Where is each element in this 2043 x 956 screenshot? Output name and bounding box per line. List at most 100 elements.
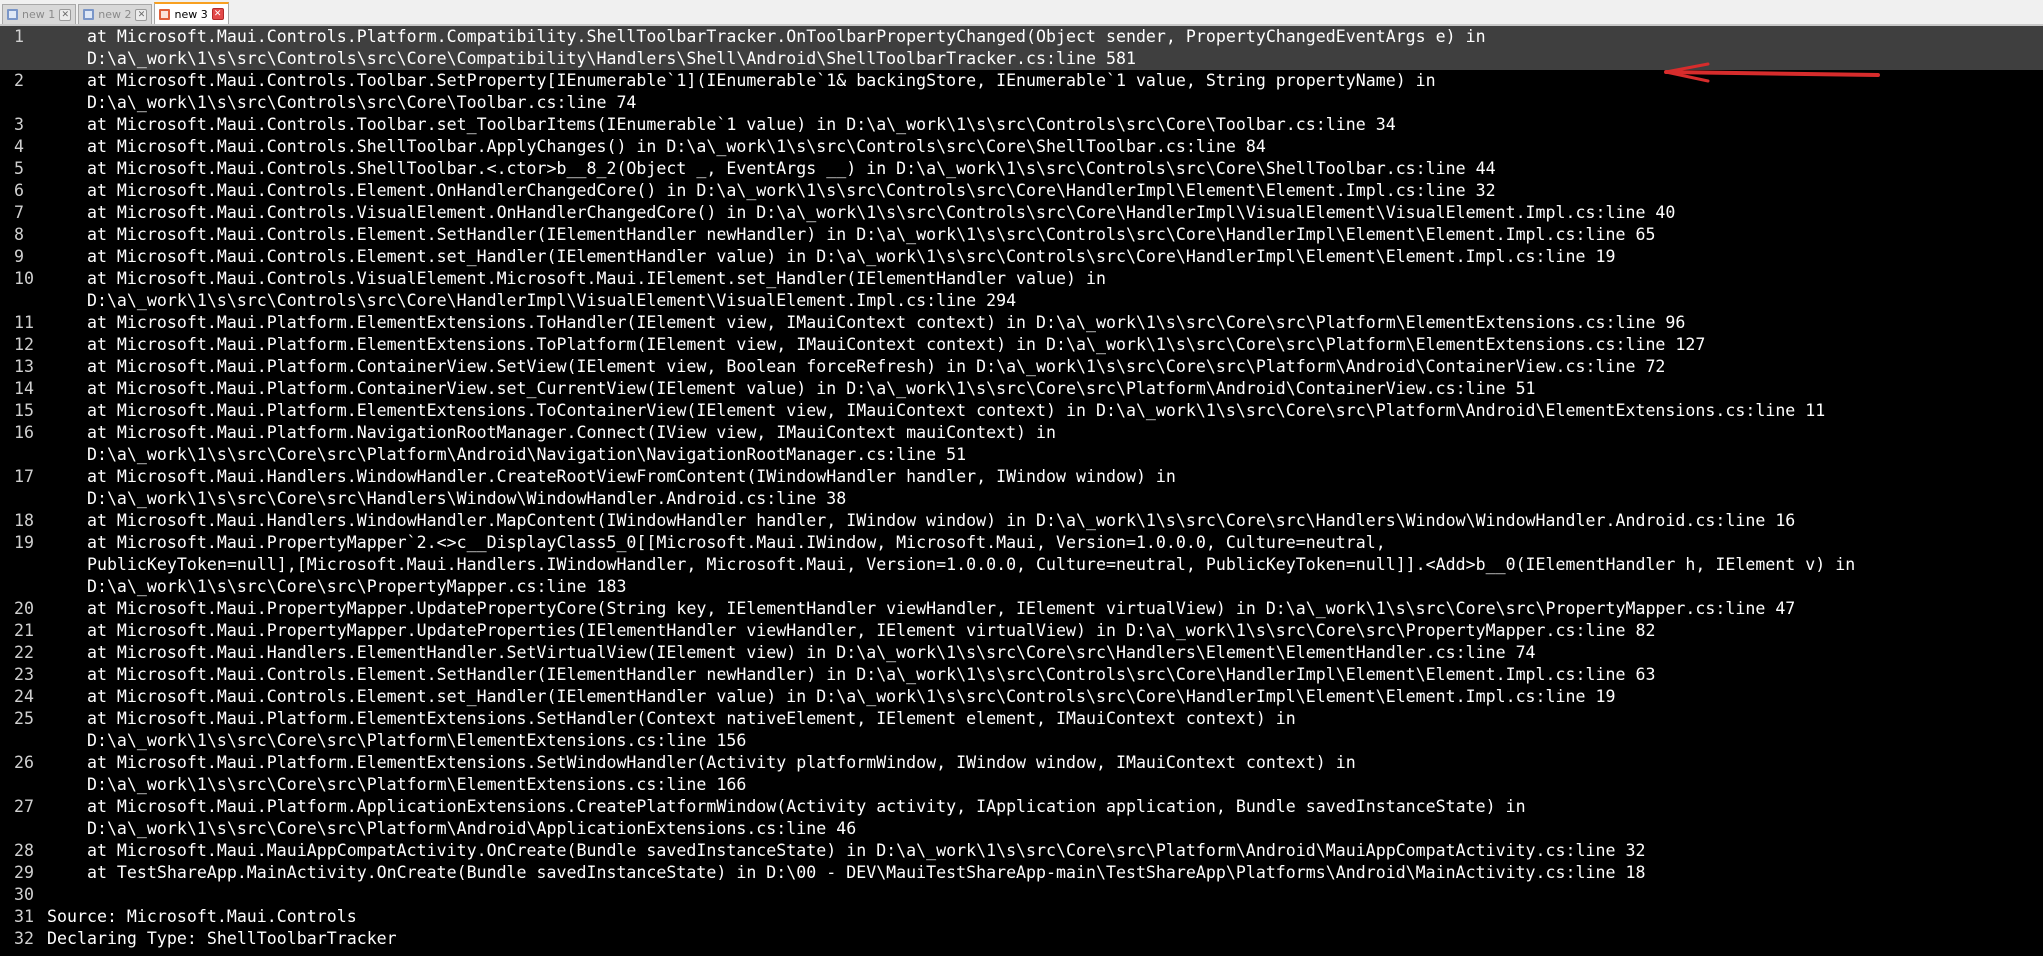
line-text: at TestShareApp.MainActivity.OnCreate(Bu… — [47, 863, 1646, 882]
editor-line[interactable]: D:\a\_work\1\s\src\Controls\src\Core\Han… — [0, 290, 2043, 312]
line-number: 8 — [14, 225, 24, 244]
editor-line[interactable]: 10 at Microsoft.Maui.Controls.VisualElem… — [0, 268, 2043, 290]
tab-new-2[interactable]: new 2 ✕ — [78, 4, 153, 24]
editor-line[interactable]: 22 at Microsoft.Maui.Handlers.ElementHan… — [0, 642, 2043, 664]
line-number: 3 — [14, 115, 24, 134]
line-number — [0, 92, 47, 114]
editor-line[interactable]: 3 at Microsoft.Maui.Controls.Toolbar.set… — [0, 114, 2043, 136]
line-number — [0, 818, 47, 840]
line-number: 19 — [14, 533, 34, 552]
line-text: at Microsoft.Maui.Controls.ShellToolbar.… — [47, 159, 1496, 178]
line-number: 11 — [14, 313, 34, 332]
editor-line[interactable]: 31 Source: Microsoft.Maui.Controls — [0, 906, 2043, 928]
editor-line[interactable]: 11 at Microsoft.Maui.Platform.ElementExt… — [0, 312, 2043, 334]
editor-line[interactable]: 30 — [0, 884, 2043, 906]
editor-line[interactable]: 14 at Microsoft.Maui.Platform.ContainerV… — [0, 378, 2043, 400]
line-number: 13 — [14, 357, 34, 376]
line-number: 29 — [14, 863, 34, 882]
line-number: 16 — [14, 423, 34, 442]
line-number: 22 — [14, 643, 34, 662]
line-text: at Microsoft.Maui.PropertyMapper`2.<>c__… — [47, 533, 1386, 552]
line-number: 31 — [14, 907, 34, 926]
editor-line[interactable]: 5 at Microsoft.Maui.Controls.ShellToolba… — [0, 158, 2043, 180]
editor-line[interactable]: 29 at TestShareApp.MainActivity.OnCreate… — [0, 862, 2043, 884]
file-save-state-icon — [83, 9, 95, 20]
line-text: D:\a\_work\1\s\src\Controls\src\Core\Too… — [47, 93, 637, 112]
editor-line[interactable]: 20 at Microsoft.Maui.PropertyMapper.Upda… — [0, 598, 2043, 620]
editor-text-area[interactable]: 1 at Microsoft.Maui.Controls.Platform.Co… — [0, 26, 2043, 956]
line-number: 18 — [14, 511, 34, 530]
editor-line[interactable]: 23 at Microsoft.Maui.Controls.Element.Se… — [0, 664, 2043, 686]
editor-line[interactable]: 17 at Microsoft.Maui.Handlers.WindowHand… — [0, 466, 2043, 488]
tab-label: new 2 — [98, 8, 132, 21]
editor-line[interactable]: 1 at Microsoft.Maui.Controls.Platform.Co… — [0, 26, 2043, 48]
editor-line[interactable]: 25 at Microsoft.Maui.Platform.ElementExt… — [0, 708, 2043, 730]
line-text: at Microsoft.Maui.Controls.Element.SetHa… — [47, 665, 1656, 684]
line-text: D:\a\_work\1\s\src\Core\src\Platform\And… — [47, 819, 857, 838]
editor-line[interactable]: D:\a\_work\1\s\src\Core\src\Platform\Ele… — [0, 774, 2043, 796]
tab-new-3[interactable]: new 3 ✕ — [154, 2, 229, 24]
line-number — [0, 576, 47, 598]
line-number: 1 — [14, 27, 24, 46]
tab-new-1[interactable]: new 1 ✕ — [2, 4, 77, 24]
editor-line[interactable]: D:\a\_work\1\s\src\Core\src\Platform\And… — [0, 444, 2043, 466]
editor-line[interactable]: 4 at Microsoft.Maui.Controls.ShellToolba… — [0, 136, 2043, 158]
editor-line[interactable]: 27 at Microsoft.Maui.Platform.Applicatio… — [0, 796, 2043, 818]
line-text: at Microsoft.Maui.Platform.NavigationRoo… — [47, 423, 1057, 442]
line-text: at Microsoft.Maui.Platform.ElementExtens… — [47, 335, 1706, 354]
editor-line[interactable]: 32 Declaring Type: ShellToolbarTracker — [0, 928, 2043, 950]
line-number: 21 — [14, 621, 34, 640]
editor-line[interactable]: 28 at Microsoft.Maui.MauiAppCompatActivi… — [0, 840, 2043, 862]
line-text: D:\a\_work\1\s\src\Core\src\Platform\Ele… — [47, 775, 747, 794]
editor-line[interactable]: 9 at Microsoft.Maui.Controls.Element.set… — [0, 246, 2043, 268]
editor-line[interactable]: 24 at Microsoft.Maui.Controls.Element.se… — [0, 686, 2043, 708]
editor-line[interactable]: 7 at Microsoft.Maui.Controls.VisualEleme… — [0, 202, 2043, 224]
line-number: 17 — [14, 467, 34, 486]
line-number: 27 — [14, 797, 34, 816]
editor-line[interactable]: 15 at Microsoft.Maui.Platform.ElementExt… — [0, 400, 2043, 422]
line-text: at Microsoft.Maui.Controls.Toolbar.set_T… — [47, 115, 1396, 134]
line-text — [47, 884, 2043, 906]
line-number: 10 — [14, 269, 34, 288]
line-text: at Microsoft.Maui.Controls.VisualElement… — [47, 269, 1106, 288]
line-text: at Microsoft.Maui.Handlers.WindowHandler… — [47, 511, 1796, 530]
line-text: at Microsoft.Maui.Platform.ElementExtens… — [47, 753, 1356, 772]
editor-line[interactable]: 21 at Microsoft.Maui.PropertyMapper.Upda… — [0, 620, 2043, 642]
line-number: 23 — [14, 665, 34, 684]
line-text: D:\a\_work\1\s\src\Core\src\Platform\Ele… — [47, 731, 747, 750]
editor-line[interactable]: 13 at Microsoft.Maui.Platform.ContainerV… — [0, 356, 2043, 378]
editor-line[interactable]: PublicKeyToken=null],[Microsoft.Maui.Han… — [0, 554, 2043, 576]
line-number: 9 — [14, 247, 24, 266]
line-text: at Microsoft.Maui.MauiAppCompatActivity.… — [47, 841, 1646, 860]
line-number: 24 — [14, 687, 34, 706]
line-number: 2 — [14, 71, 24, 90]
line-text: at Microsoft.Maui.Platform.ApplicationEx… — [47, 797, 1526, 816]
editor-line[interactable]: 8 at Microsoft.Maui.Controls.Element.Set… — [0, 224, 2043, 246]
editor-line[interactable]: 19 at Microsoft.Maui.PropertyMapper`2.<>… — [0, 532, 2043, 554]
line-text: at Microsoft.Maui.Platform.ContainerView… — [47, 379, 1536, 398]
editor-line[interactable]: 18 at Microsoft.Maui.Handlers.WindowHand… — [0, 510, 2043, 532]
file-save-state-icon — [7, 9, 18, 20]
line-text: at Microsoft.Maui.Controls.Element.set_H… — [47, 687, 1616, 706]
editor-line[interactable]: D:\a\_work\1\s\src\Core\src\Handlers\Win… — [0, 488, 2043, 510]
editor-line[interactable]: 16 at Microsoft.Maui.Platform.Navigation… — [0, 422, 2043, 444]
line-number: 4 — [14, 137, 24, 156]
close-tab-icon[interactable]: ✕ — [211, 8, 224, 20]
editor-line[interactable]: 6 at Microsoft.Maui.Controls.Element.OnH… — [0, 180, 2043, 202]
editor-line[interactable]: D:\a\_work\1\s\src\Core\src\Platform\And… — [0, 818, 2043, 840]
line-number — [0, 444, 47, 466]
line-number — [0, 290, 47, 312]
close-tab-icon[interactable]: ✕ — [59, 8, 72, 21]
line-number — [0, 730, 47, 752]
editor-line[interactable]: 26 at Microsoft.Maui.Platform.ElementExt… — [0, 752, 2043, 774]
red-arrow-annotation — [1664, 62, 1880, 83]
editor-line[interactable]: D:\a\_work\1\s\src\Core\src\PropertyMapp… — [0, 576, 2043, 598]
editor-line[interactable]: D:\a\_work\1\s\src\Core\src\Platform\Ele… — [0, 730, 2043, 752]
editor-line[interactable]: D:\a\_work\1\s\src\Controls\src\Core\Too… — [0, 92, 2043, 114]
line-text: at Microsoft.Maui.Controls.ShellToolbar.… — [47, 137, 1266, 156]
line-text: D:\a\_work\1\s\src\Core\src\PropertyMapp… — [47, 577, 627, 596]
line-number: 30 — [14, 885, 34, 904]
editor-line[interactable]: 12 at Microsoft.Maui.Platform.ElementExt… — [0, 334, 2043, 356]
close-tab-icon[interactable]: ✕ — [135, 8, 148, 21]
line-text: at Microsoft.Maui.Handlers.ElementHandle… — [47, 643, 1536, 662]
